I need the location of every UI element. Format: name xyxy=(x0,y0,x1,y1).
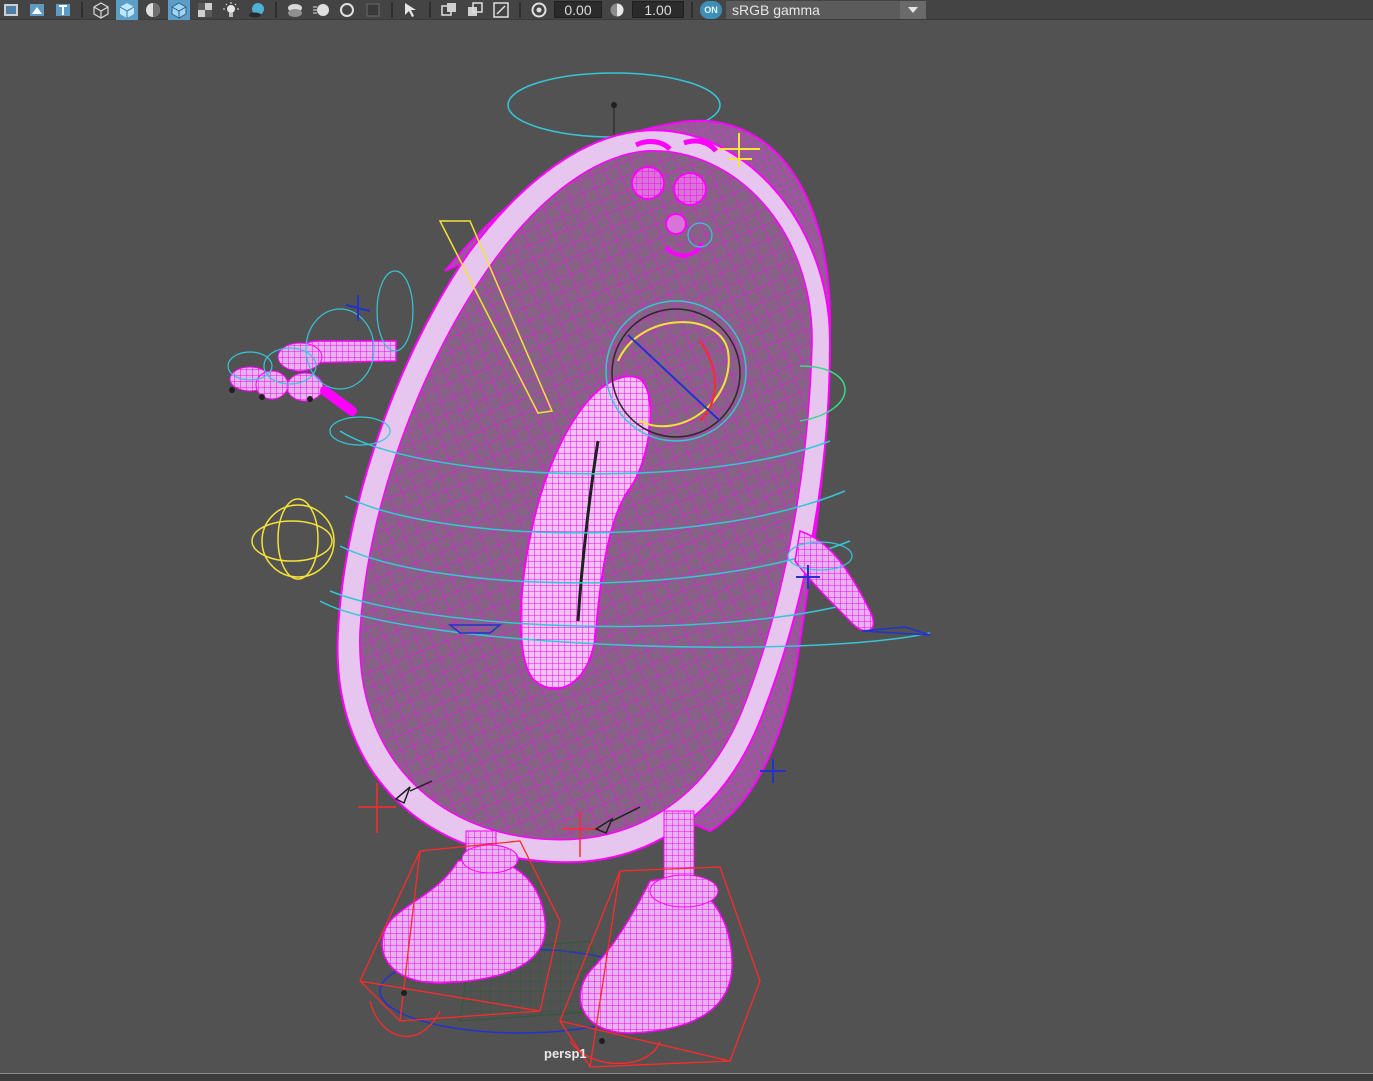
xray-joints-icon[interactable] xyxy=(438,0,460,20)
camera-name-label: persp1 xyxy=(544,1046,587,1061)
depth-of-field-icon[interactable] xyxy=(362,0,384,20)
viewport-toolbar: 0.00 1.00 ON sRGB gamma xyxy=(0,0,1373,20)
ambient-occlusion-icon[interactable] xyxy=(284,0,306,20)
image-plane-icon[interactable] xyxy=(0,0,22,20)
lights-icon[interactable] xyxy=(220,0,242,20)
view-transform-dropdown[interactable]: sRGB gamma xyxy=(726,0,926,19)
toolbar-separator xyxy=(81,1,83,18)
toolbar-separator xyxy=(275,1,277,18)
xray-icon[interactable] xyxy=(194,0,216,20)
grid-icon[interactable] xyxy=(26,0,48,20)
gamma-field[interactable]: 1.00 xyxy=(632,1,684,18)
texture-icon[interactable] xyxy=(142,0,164,20)
toolbar-separator xyxy=(519,1,521,18)
backface-icon[interactable] xyxy=(490,0,512,20)
color-management-icon[interactable]: ON xyxy=(700,0,722,19)
view-transform-value: sRGB gamma xyxy=(732,1,820,18)
toolbar-separator xyxy=(691,1,693,18)
shadows-icon[interactable] xyxy=(246,0,268,20)
xray-active-icon[interactable] xyxy=(464,0,486,20)
exposure-field[interactable]: 0.00 xyxy=(554,1,602,18)
exposure-icon[interactable] xyxy=(528,0,550,20)
gamma-icon[interactable] xyxy=(606,0,628,20)
smooth-shade-icon[interactable] xyxy=(116,0,138,20)
motion-blur-icon[interactable] xyxy=(310,0,332,20)
toolbar-separator xyxy=(429,1,431,18)
hip-control-curve[interactable] xyxy=(251,498,335,580)
text-icon[interactable] xyxy=(52,0,74,20)
anti-alias-icon[interactable] xyxy=(336,0,358,20)
isolate-select-icon[interactable] xyxy=(400,0,422,20)
wireframe-on-shaded-icon[interactable] xyxy=(168,0,190,20)
chevron-down-icon[interactable] xyxy=(900,0,926,19)
viewport-canvas xyxy=(227,72,931,1068)
toolbar-separator xyxy=(391,1,393,18)
character-body-mesh[interactable] xyxy=(336,119,832,864)
3d-viewport[interactable]: persp1 xyxy=(0,21,1373,1073)
wireframe-cube-icon[interactable] xyxy=(90,0,112,20)
